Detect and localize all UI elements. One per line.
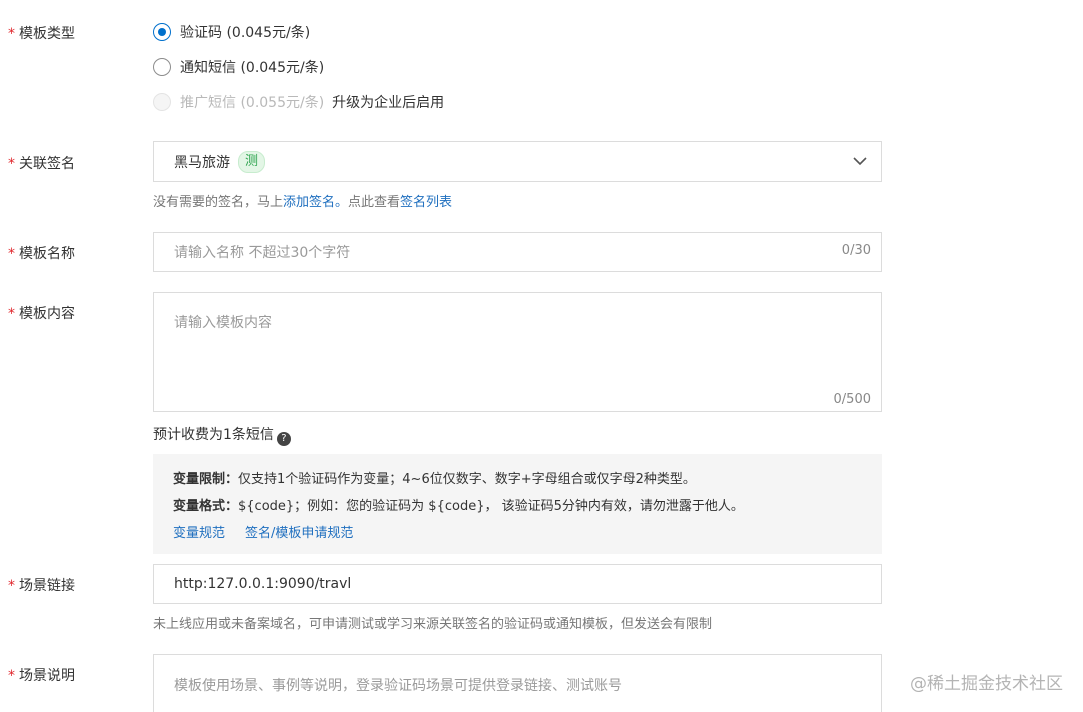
required-mark: *: [8, 156, 15, 172]
signature-value: 黑马旅游: [174, 154, 230, 171]
application-spec-link[interactable]: 签名/模板申请规范: [245, 526, 353, 541]
radio-disabled-icon: [153, 93, 171, 111]
required-mark: *: [8, 26, 15, 42]
template-content-textarea[interactable]: 请输入模板内容 0/500: [153, 292, 882, 412]
radio-label: 验证码 (0.045元/条): [180, 25, 311, 41]
signature-list-link[interactable]: 签名列表: [400, 195, 452, 210]
required-mark: *: [8, 246, 15, 262]
radio-unchecked-icon[interactable]: [153, 58, 171, 76]
required-mark: *: [8, 668, 15, 684]
char-counter: 0/30: [841, 243, 871, 258]
char-counter: 0/500: [833, 392, 871, 407]
signature-help: 没有需要的签名，马上添加签名。点此查看签名列表: [153, 195, 453, 210]
chevron-down-icon[interactable]: [851, 152, 869, 170]
add-signature-link[interactable]: 添加签名。: [283, 195, 348, 210]
scene-link-value: http:127.0.0.1:9090/travl: [174, 576, 352, 592]
template-name-label: * 模板名称: [8, 246, 75, 262]
scene-link-input[interactable]: http:127.0.0.1:9090/travl: [153, 564, 882, 604]
required-mark: *: [8, 306, 15, 322]
radio-checked-icon[interactable]: [153, 23, 171, 41]
radio-notification-sms[interactable]: 通知短信 (0.045元/条): [153, 57, 324, 77]
scene-link-help: 未上线应用或未备案域名，可申请测试或学习来源关联签名的验证码或通知模板，但发送会…: [153, 617, 713, 632]
template-content-label: * 模板内容: [8, 306, 75, 322]
scene-link-label: * 场景链接: [8, 578, 75, 594]
required-mark: *: [8, 578, 15, 594]
radio-label: 推广短信 (0.055元/条): [180, 95, 325, 111]
test-tag: 测: [238, 150, 266, 173]
scene-desc-label: * 场景说明: [8, 668, 75, 684]
fee-estimate: 预计收费为1条短信?: [153, 424, 291, 446]
template-name-input[interactable]: 请输入名称 不超过30个字符 0/30: [153, 232, 882, 272]
radio-label: 通知短信 (0.045元/条): [180, 60, 325, 76]
upgrade-note: 升级为企业后启用: [332, 95, 445, 111]
variable-notice: 变量限制：仅支持1个验证码作为变量；4~6位仅数字、数字+字母组合或仅字母2种类…: [153, 454, 882, 554]
radio-promotion-sms: 推广短信 (0.055元/条) 升级为企业后启用: [153, 92, 444, 112]
signature-select[interactable]: 黑马旅游 测: [153, 141, 882, 182]
variable-spec-link[interactable]: 变量规范: [173, 526, 225, 541]
radio-verification-code[interactable]: 验证码 (0.045元/条): [153, 22, 310, 42]
question-icon[interactable]: ?: [276, 432, 291, 446]
scene-desc-textarea[interactable]: 模板使用场景、事例等说明，登录验证码场景可提供登录链接、测试账号: [153, 654, 882, 712]
watermark: @稀土掘金技术社区: [910, 674, 1063, 694]
signature-label: * 关联签名: [8, 156, 75, 172]
template-type-label: * 模板类型: [8, 26, 75, 42]
